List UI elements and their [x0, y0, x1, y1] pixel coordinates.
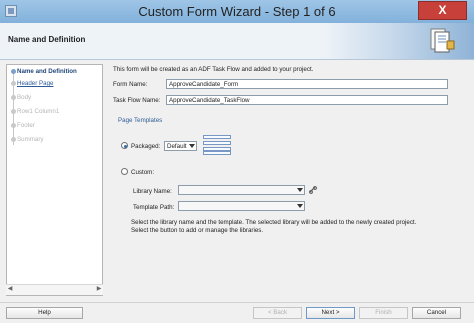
step-icon: [11, 137, 16, 142]
scroll-left-icon[interactable]: ◀: [6, 285, 14, 294]
task-flow-name-label: Task Flow Name:: [113, 97, 161, 104]
step-header-page[interactable]: Header Page: [11, 79, 54, 89]
current-step-icon: [11, 69, 16, 74]
template-preview-icon: [203, 135, 231, 155]
chevron-down-icon: [189, 144, 195, 148]
intro-text: This form will be created as an ADF Task…: [113, 66, 314, 73]
step-icon: [11, 81, 16, 86]
close-button[interactable]: X: [418, 1, 467, 20]
wizard-header: Name and Definition: [0, 23, 474, 60]
cancel-button[interactable]: Cancel: [412, 307, 461, 319]
back-button[interactable]: < Back: [253, 307, 302, 319]
custom-radio[interactable]: [121, 168, 128, 175]
template-info-text: Select the library name and the template…: [131, 219, 451, 235]
title-bar: Custom Form Wizard - Step 1 of 6 X: [0, 0, 474, 24]
help-button[interactable]: Help: [6, 307, 83, 319]
step-label: Footer: [17, 122, 35, 129]
info-line-2: Select the button to add or manage the l…: [131, 227, 264, 234]
library-name-select[interactable]: [178, 185, 305, 195]
manage-libraries-icon[interactable]: [309, 186, 317, 194]
scroll-right-icon[interactable]: ▶: [95, 285, 103, 294]
info-line-1: Select the library name and the template…: [131, 219, 417, 226]
template-path-select[interactable]: [178, 201, 305, 211]
step-footer: Footer: [11, 121, 35, 131]
step-label: Body: [17, 94, 32, 101]
sidebar-horizontal-scrollbar[interactable]: ◀ ▶: [6, 284, 103, 295]
step-icon: [11, 109, 16, 114]
step-label: Row1 Column1: [17, 108, 60, 115]
step-name-and-definition[interactable]: Name and Definition: [11, 67, 77, 77]
form-name-label: Form Name:: [113, 81, 148, 88]
wizard-footer: Help < Back Next > Finish Cancel: [0, 302, 474, 323]
task-flow-name-input[interactable]: ApproveCandidate_TaskFlow: [166, 95, 448, 105]
custom-label: Custom:: [131, 169, 155, 176]
step-label: Header Page: [17, 80, 54, 87]
form-name-input[interactable]: ApproveCandidate_Form: [166, 79, 448, 89]
steps-sidebar: Name and Definition Header Page Body Row…: [6, 64, 103, 296]
step-label: Name and Definition: [17, 68, 77, 75]
step-label: Summary: [17, 136, 44, 143]
page-templates-heading: Page Templates: [118, 117, 163, 124]
library-name-label: Library Name:: [133, 188, 172, 195]
template-path-label: Template Path:: [133, 204, 175, 211]
packaged-label: Packaged:: [131, 143, 161, 150]
form-wizard-icon: [430, 28, 455, 53]
chevron-down-icon: [297, 188, 303, 192]
packaged-template-value: Default: [167, 143, 187, 150]
step-icon: [11, 123, 16, 128]
finish-button[interactable]: Finish: [359, 307, 408, 319]
packaged-template-select[interactable]: Default: [164, 141, 197, 151]
step-row1-column1: Row1 Column1: [11, 107, 60, 117]
step-body: Body: [11, 93, 32, 103]
window-title: Custom Form Wizard - Step 1 of 6: [138, 4, 336, 19]
main-panel: This form will be created as an ADF Task…: [109, 64, 451, 296]
step-summary: Summary: [11, 135, 44, 145]
chevron-down-icon: [297, 204, 303, 208]
packaged-radio[interactable]: [121, 142, 128, 149]
step-icon: [11, 95, 16, 100]
header-title: Name and Definition: [8, 35, 86, 44]
next-button[interactable]: Next >: [306, 307, 355, 319]
